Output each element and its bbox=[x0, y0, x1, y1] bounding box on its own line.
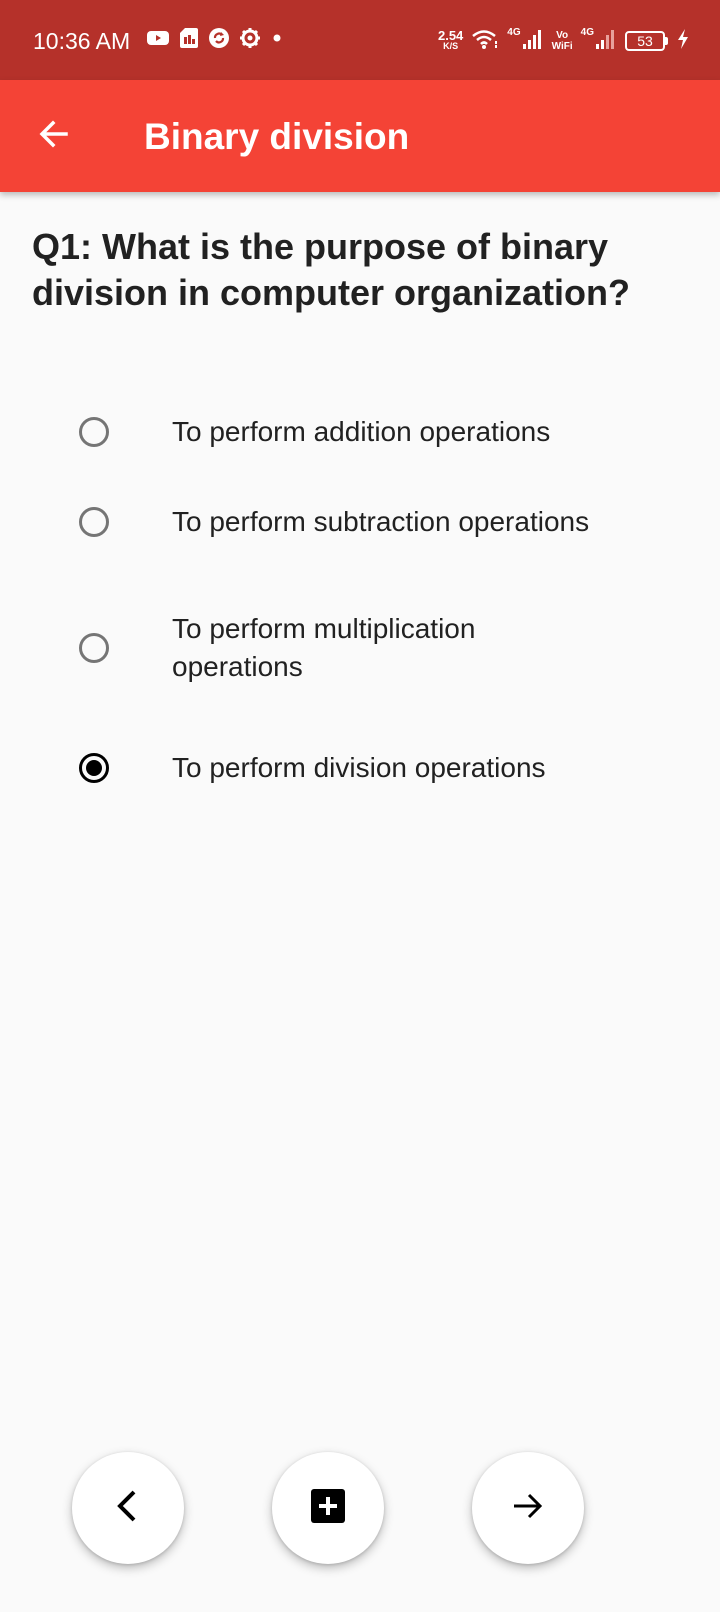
next-button[interactable] bbox=[472, 1452, 584, 1564]
option-4[interactable]: To perform division operations bbox=[70, 744, 690, 792]
radio-unchecked-icon bbox=[79, 417, 109, 447]
signal-icon bbox=[522, 28, 544, 55]
vowifi-top: Vo bbox=[556, 30, 569, 41]
youtube-icon bbox=[146, 29, 170, 52]
net-speed-unit: K/S bbox=[443, 41, 459, 51]
settings-icon bbox=[239, 27, 261, 54]
previous-button[interactable] bbox=[72, 1452, 184, 1564]
radio-button[interactable] bbox=[70, 498, 118, 546]
status-bar: 10:36 AM 2.54 K/S 4G Vo WiFi 4G 53 bbox=[0, 0, 720, 80]
option-label: To perform addition operations bbox=[172, 416, 551, 447]
arrow-back-icon bbox=[36, 116, 72, 157]
net-speed-value: 2.54 bbox=[437, 28, 464, 43]
option-3[interactable]: To perform multiplication operations bbox=[70, 610, 690, 686]
signal-1-label: 4G bbox=[507, 26, 521, 38]
radio-button[interactable] bbox=[70, 624, 118, 672]
radio-unchecked-icon bbox=[79, 633, 109, 663]
page-title: Binary division bbox=[144, 116, 410, 157]
radio-dot bbox=[86, 760, 102, 776]
signal-weak-icon bbox=[595, 28, 617, 55]
option-1[interactable]: To perform addition operations bbox=[70, 408, 690, 456]
radio-button[interactable] bbox=[70, 408, 118, 456]
battery-tip bbox=[665, 37, 668, 45]
signal-2: 4G bbox=[580, 26, 617, 55]
radio-unchecked-icon bbox=[79, 507, 109, 537]
dot-icon bbox=[270, 31, 284, 50]
radio-button[interactable] bbox=[70, 744, 118, 792]
add-box-icon bbox=[309, 1487, 347, 1530]
status-time: 10:36 AM bbox=[33, 28, 131, 54]
status-system-icons: 2.54 K/S 4G Vo WiFi 4G 53 bbox=[438, 24, 690, 58]
option-label: To perform division operations bbox=[172, 752, 546, 783]
charging-icon bbox=[676, 28, 690, 55]
app-bar: Binary division bbox=[0, 80, 720, 192]
option-2[interactable]: To perform subtraction operations bbox=[70, 498, 690, 546]
wifi-icon bbox=[471, 28, 499, 55]
sync-icon bbox=[208, 27, 230, 54]
signal-1: 4G bbox=[507, 26, 544, 55]
net-speed: 2.54 K/S bbox=[437, 28, 464, 52]
arrow-right-icon bbox=[510, 1488, 546, 1529]
signal-2-label: 4G bbox=[580, 26, 594, 38]
status-notification-icons bbox=[146, 27, 284, 54]
vowifi-bottom: WiFi bbox=[551, 41, 573, 52]
battery-icon: 53 bbox=[625, 31, 668, 51]
radio-checked-icon bbox=[79, 753, 109, 783]
option-label: To perform subtraction operations bbox=[172, 506, 590, 537]
back-button[interactable] bbox=[26, 108, 82, 164]
question-text: Q1: What is the purpose of binary divisi… bbox=[32, 226, 631, 313]
battery-level: 53 bbox=[625, 31, 665, 51]
chevron-left-icon bbox=[110, 1488, 146, 1529]
vowifi-indicator: Vo WiFi bbox=[552, 30, 573, 52]
add-button[interactable] bbox=[272, 1452, 384, 1564]
sim-icon bbox=[179, 27, 199, 54]
option-label: To perform multiplication operations bbox=[172, 613, 476, 682]
